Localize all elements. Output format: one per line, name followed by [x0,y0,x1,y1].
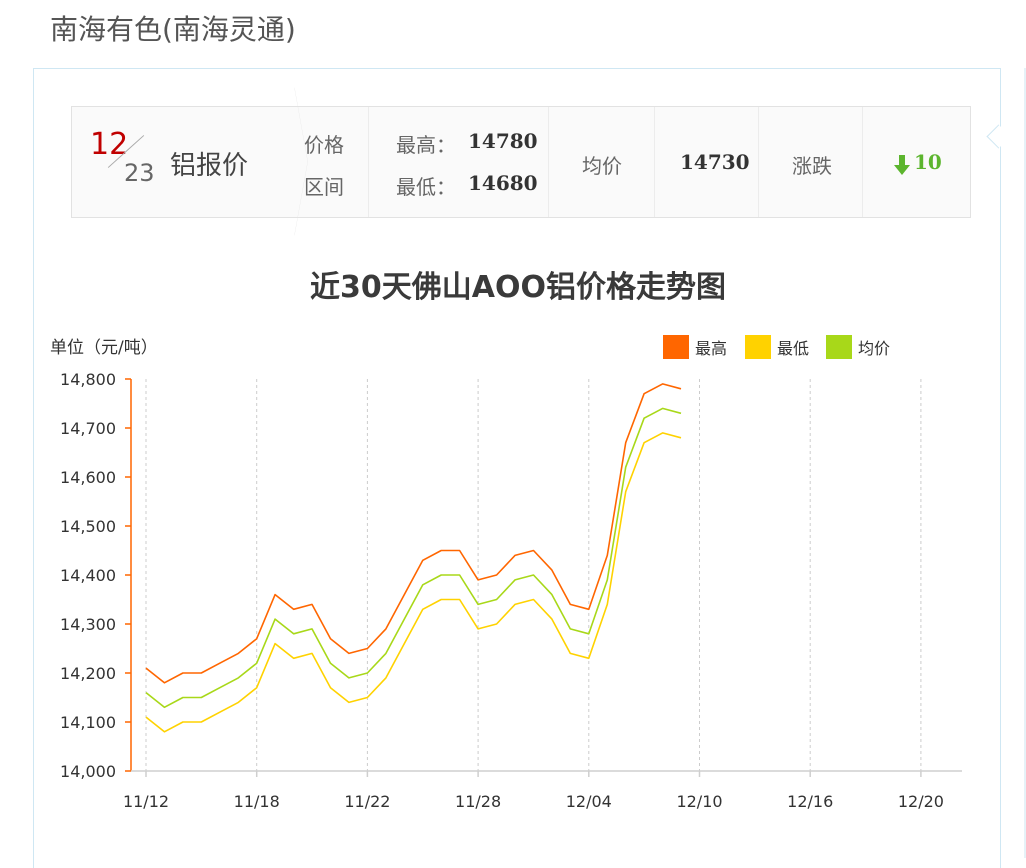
x-tick-label: 12/16 [787,792,833,811]
series-line-1 [145,432,682,733]
x-tick-label: 12/10 [676,792,722,811]
x-tick-label: 12/20 [898,792,944,811]
y-tick-label: 14,500 [60,517,116,536]
y-tick-label: 14,100 [60,713,116,732]
legend-label: 均价 [858,339,890,358]
series-line-0 [145,383,682,684]
y-tick-label: 14,400 [60,566,116,585]
legend-swatch [826,335,852,359]
x-tick-label: 11/12 [123,792,169,811]
x-tick-label: 11/28 [455,792,501,811]
y-tick-label: 14,700 [60,419,116,438]
legend-swatch [745,335,771,359]
legend-label: 最高 [695,339,727,358]
x-tick-label: 12/04 [566,792,612,811]
y-tick-label: 14,800 [60,370,116,389]
y-tick-label: 14,300 [60,615,116,634]
series-line-2 [145,407,682,709]
y-tick-label: 14,600 [60,468,116,487]
x-tick-label: 11/18 [234,792,280,811]
y-tick-label: 14,200 [60,664,116,683]
x-tick-label: 11/22 [344,792,390,811]
y-tick-label: 14,000 [60,762,116,781]
legend-swatch [663,335,689,359]
line-chart: 14,000 14,100 14,200 14,300 14,400 14,500 14,6… [60,335,962,811]
legend-label: 最低 [777,339,809,358]
